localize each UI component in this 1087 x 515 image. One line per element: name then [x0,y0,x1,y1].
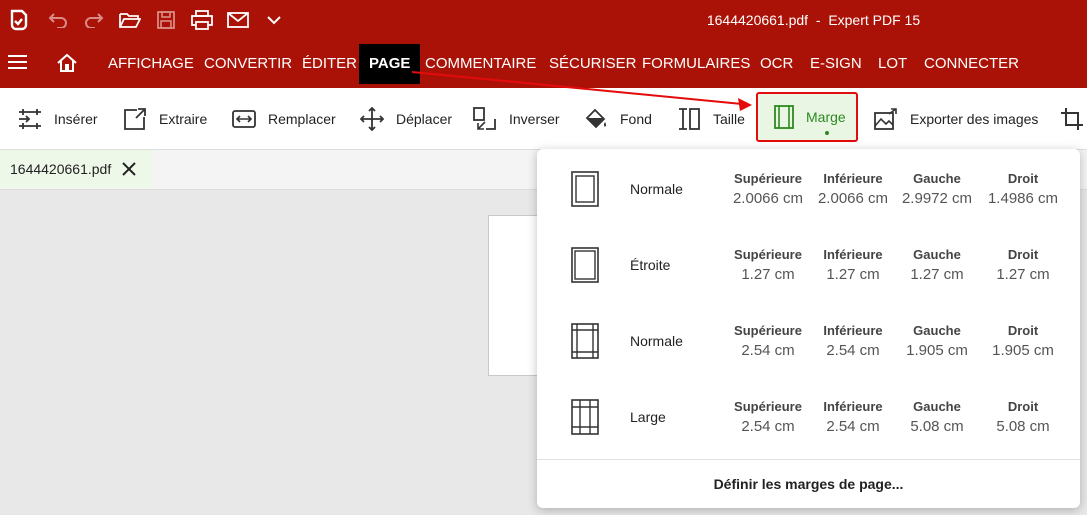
extract-icon [124,108,146,130]
margin-dropdown: Normale Supérieure 2.0066 cm Inférieure 2.… [537,149,1080,508]
left-margin-header: Gauche [913,171,961,186]
replace-icon [232,110,256,128]
document-title: 1644420661.pdf [706,12,809,28]
export-images-button[interactable]: Exporter des images [874,88,1038,150]
size-icon [679,108,700,130]
margin-option-normale-1[interactable]: Normale Supérieure 2.0066 cm Inférieure 2.… [537,151,1080,227]
tab-e-sign[interactable]: E-SIGN [810,40,862,88]
replace-label: Remplacer [268,111,336,127]
tab-lot[interactable]: LOT [878,40,907,88]
document-tab[interactable]: 1644420661.pdf [0,150,153,188]
ribbon-toolbar: Insérer Extraire Remplacer Déplacer Inve… [0,88,1087,150]
right-margin-value: 1.27 cm [996,266,1050,283]
dropdown-divider [537,459,1080,460]
margin-option-name: Étroite [630,257,671,273]
window-title: 1644420661.pdf - Expert PDF 15 [706,12,921,28]
tab-ocr[interactable]: OCR [760,40,793,88]
margin-icon [774,105,794,129]
move-button[interactable]: Déplacer [360,88,452,150]
define-margins-button[interactable]: Définir les marges de page... [537,476,1080,492]
right-margin-value: 5.08 cm [996,418,1050,435]
paint-bucket-icon [585,108,606,129]
margin-option-normale-2[interactable]: Normale Supérieure 2.54 cm Inférieure 2.54… [537,303,1080,379]
right-margin-header: Droit [1007,247,1039,262]
background-button[interactable]: Fond [584,88,652,150]
close-icon[interactable] [121,161,137,177]
extract-button[interactable]: Extraire [123,88,207,150]
export-images-label: Exporter des images [910,111,1039,127]
right-margin-value: 1.4986 cm [987,190,1059,207]
left-margin-value: 1.27 cm [910,266,964,283]
left-margin-value: 1.905 cm [906,342,968,359]
margin-option-name: Large [630,409,666,425]
margin-normal-icon [571,171,599,207]
hamburger-menu-icon[interactable] [8,54,30,74]
insert-label: Insérer [54,111,98,127]
home-icon[interactable] [56,52,80,76]
tab-commentaire[interactable]: COMMENTAIRE [425,40,536,88]
app-name: Expert PDF 15 [828,12,921,28]
margin-option-etroite[interactable]: Étroite Supérieure 1.27 cm Inférieure 1.27… [537,227,1080,303]
margin-option-name: Normale [630,333,683,349]
active-indicator-dot [825,131,829,135]
left-margin-header: Gauche [913,323,961,338]
size-label: Taille [713,111,745,127]
insert-page-icon [19,109,41,129]
tab-securiser[interactable]: SÉCURISER [549,40,637,88]
reverse-icon [473,107,496,130]
margin-label: Marge [806,109,846,125]
move-icon [360,107,384,131]
right-margin-header: Droit [1007,323,1039,338]
export-images-icon [874,108,897,130]
title-bar: 1644420661.pdf - Expert PDF 15 [0,0,1087,40]
margin-wide-icon [571,399,599,435]
menu-bar: AFFICHAGE CONVERTIR ÉDITER PAGE COMMENTA… [0,40,1087,88]
reverse-label: Inverser [509,111,560,127]
tab-formulaires[interactable]: FORMULAIRES [642,40,750,88]
left-margin-value: 2.9972 cm [901,190,973,207]
margin-option-name: Normale [630,181,683,197]
margin-button[interactable]: Marge [756,92,858,142]
margin-normal-2-icon [571,323,599,359]
crop-icon [1061,108,1083,130]
left-margin-header: Gauche [913,399,961,414]
size-button[interactable]: Taille [677,88,745,150]
tab-page[interactable]: PAGE [359,44,421,84]
document-tab-name: 1644420661.pdf [10,161,112,177]
tab-affichage[interactable]: AFFICHAGE [108,40,194,88]
left-margin-value: 5.08 cm [910,418,964,435]
margin-option-large[interactable]: Large Supérieure 2.54 cm Inférieure 2.54 c… [537,379,1080,455]
margin-narrow-icon [571,247,599,283]
tab-connecter[interactable]: CONNECTER [924,40,1019,88]
reverse-button[interactable]: Inverser [473,88,560,150]
extract-label: Extraire [159,111,208,127]
replace-button[interactable]: Remplacer [232,88,336,150]
move-label: Déplacer [396,111,453,127]
right-margin-header: Droit [1007,399,1039,414]
tab-editer[interactable]: ÉDITER [302,40,357,88]
crop-button[interactable] [1060,88,1087,150]
right-margin-header: Droit [1007,171,1039,186]
left-margin-header: Gauche [913,247,961,262]
right-margin-value: 1.905 cm [992,342,1054,359]
insert-button[interactable]: Insérer [18,88,98,150]
background-label: Fond [620,111,652,127]
tab-convertir[interactable]: CONVERTIR [204,40,292,88]
